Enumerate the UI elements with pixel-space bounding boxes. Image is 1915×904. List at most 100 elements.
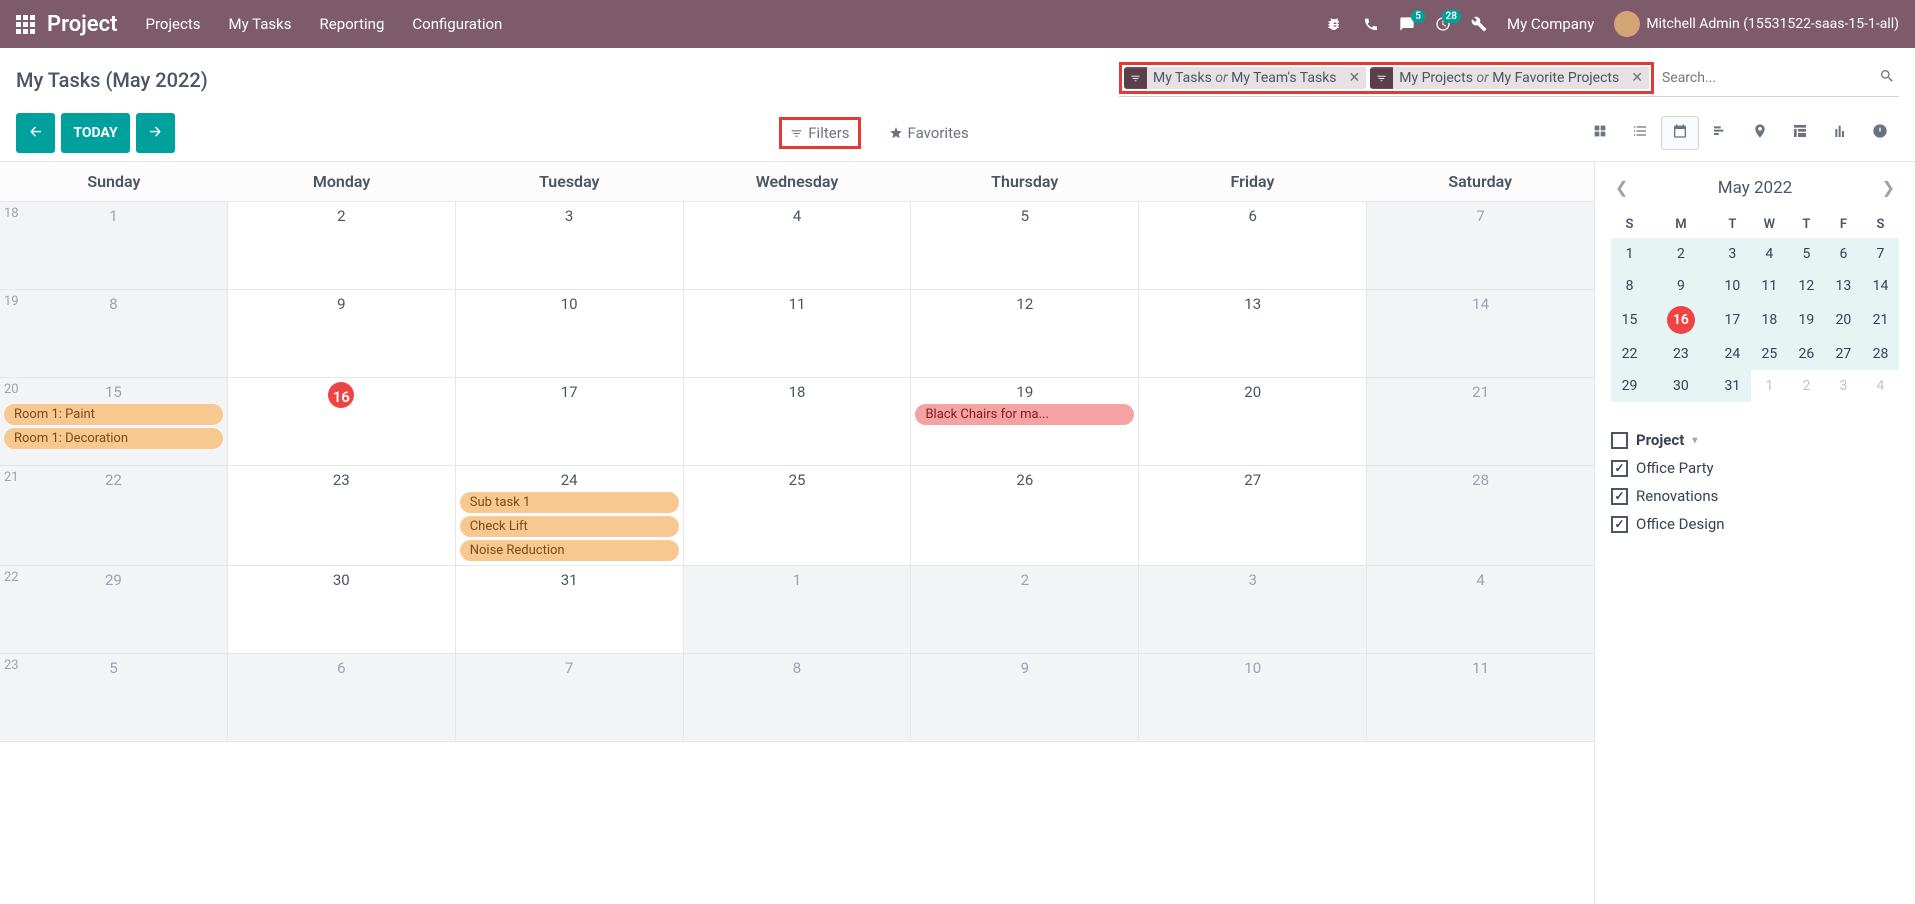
- mini-day[interactable]: 19: [1788, 304, 1825, 336]
- view-list-icon[interactable]: [1621, 116, 1659, 150]
- calendar-body[interactable]: 181234567198910111213142015Room 1: Paint…: [0, 202, 1594, 904]
- mini-day[interactable]: 26: [1788, 338, 1825, 370]
- view-map-icon[interactable]: [1741, 116, 1779, 150]
- apps-icon[interactable]: [16, 15, 35, 34]
- checkbox-icon[interactable]: [1611, 432, 1628, 449]
- chip-close-icon[interactable]: ✕: [1343, 67, 1367, 89]
- calendar-event[interactable]: Room 1: Decoration: [4, 428, 223, 449]
- nav-link-projects[interactable]: Projects: [146, 15, 201, 33]
- project-filter-item[interactable]: Office Design: [1611, 510, 1899, 538]
- day-cell[interactable]: 18: [684, 378, 912, 465]
- calendar-event[interactable]: Black Chairs for ma...: [915, 404, 1134, 425]
- view-activity-icon[interactable]: [1861, 116, 1899, 150]
- day-cell[interactable]: 22: [0, 466, 228, 565]
- day-cell[interactable]: 11: [1367, 654, 1594, 741]
- chip-close-icon[interactable]: ✕: [1625, 67, 1649, 89]
- calendar-event[interactable]: Room 1: Paint: [4, 404, 223, 425]
- day-cell[interactable]: 23: [228, 466, 456, 565]
- day-cell[interactable]: 9: [911, 654, 1139, 741]
- mini-day[interactable]: 1: [1751, 370, 1788, 402]
- day-cell[interactable]: 19Black Chairs for ma...: [911, 378, 1139, 465]
- mini-day[interactable]: 28: [1862, 338, 1899, 370]
- phone-icon[interactable]: [1363, 16, 1379, 32]
- day-cell[interactable]: 1: [0, 202, 228, 289]
- bug-icon[interactable]: [1327, 16, 1343, 32]
- prev-button[interactable]: 🡠: [16, 113, 55, 153]
- day-cell[interactable]: 12: [911, 290, 1139, 377]
- mini-day[interactable]: 27: [1825, 338, 1862, 370]
- next-button[interactable]: 🡢: [136, 113, 175, 153]
- mini-day[interactable]: 31: [1714, 370, 1751, 402]
- day-cell[interactable]: 25: [684, 466, 912, 565]
- checkbox-icon[interactable]: [1611, 460, 1628, 477]
- checkbox-icon[interactable]: [1611, 516, 1628, 533]
- day-cell[interactable]: 8: [0, 290, 228, 377]
- day-cell[interactable]: 20: [1139, 378, 1367, 465]
- mini-day[interactable]: 15: [1611, 304, 1648, 336]
- mini-day[interactable]: 25: [1751, 338, 1788, 370]
- day-cell[interactable]: 2: [911, 566, 1139, 653]
- calendar-event[interactable]: Check Lift: [460, 516, 679, 537]
- mini-day[interactable]: 21: [1862, 304, 1899, 336]
- search-input[interactable]: [1654, 66, 1875, 90]
- mini-day[interactable]: 2: [1788, 370, 1825, 402]
- search-icon[interactable]: [1875, 64, 1899, 92]
- mini-day[interactable]: 13: [1825, 270, 1862, 302]
- day-cell[interactable]: 8: [684, 654, 912, 741]
- day-cell[interactable]: 26: [911, 466, 1139, 565]
- mini-day[interactable]: 3: [1714, 238, 1751, 270]
- mini-day[interactable]: 29: [1611, 370, 1648, 402]
- day-cell[interactable]: 24Sub task 1Check LiftNoise Reduction: [456, 466, 684, 565]
- day-cell[interactable]: 5: [911, 202, 1139, 289]
- mini-day[interactable]: 6: [1825, 238, 1862, 270]
- favorites-button[interactable]: Favorites: [881, 120, 977, 146]
- tools-icon[interactable]: [1471, 16, 1487, 32]
- day-cell[interactable]: 9: [228, 290, 456, 377]
- filter-chip-projects[interactable]: My Projects or My Favorite Projects ✕: [1370, 67, 1649, 89]
- today-button[interactable]: TODAY: [61, 113, 129, 153]
- messages-icon[interactable]: 5: [1399, 16, 1415, 32]
- day-cell[interactable]: 29: [0, 566, 228, 653]
- view-pivot-icon[interactable]: [1781, 116, 1819, 150]
- view-kanban-icon[interactable]: [1581, 116, 1619, 150]
- day-cell[interactable]: 21: [1367, 378, 1594, 465]
- checkbox-icon[interactable]: [1611, 488, 1628, 505]
- mini-day[interactable]: 23: [1648, 338, 1714, 370]
- day-cell[interactable]: 28: [1367, 466, 1594, 565]
- project-filter-header[interactable]: Project ▾: [1611, 426, 1899, 454]
- project-filter-item[interactable]: Renovations: [1611, 482, 1899, 510]
- day-cell[interactable]: 17: [456, 378, 684, 465]
- activities-icon[interactable]: 28: [1435, 16, 1451, 32]
- calendar-event[interactable]: Noise Reduction: [460, 540, 679, 561]
- day-cell[interactable]: 4: [684, 202, 912, 289]
- day-cell[interactable]: 16: [228, 378, 456, 465]
- mini-day[interactable]: 18: [1751, 304, 1788, 336]
- day-cell[interactable]: 30: [228, 566, 456, 653]
- day-cell[interactable]: 2: [228, 202, 456, 289]
- filters-button[interactable]: Filters: [779, 117, 860, 149]
- day-cell[interactable]: 1: [684, 566, 912, 653]
- day-cell[interactable]: 7: [456, 654, 684, 741]
- day-cell[interactable]: 15Room 1: PaintRoom 1: Decoration: [0, 378, 228, 465]
- mini-day[interactable]: 1: [1611, 238, 1648, 270]
- mini-day[interactable]: 9: [1648, 270, 1714, 302]
- day-cell[interactable]: 27: [1139, 466, 1367, 565]
- mini-day[interactable]: 30: [1648, 370, 1714, 402]
- mini-day[interactable]: 8: [1611, 270, 1648, 302]
- view-graph-icon[interactable]: [1821, 116, 1859, 150]
- day-cell[interactable]: 6: [228, 654, 456, 741]
- nav-link-reporting[interactable]: Reporting: [320, 15, 385, 33]
- mini-day[interactable]: 2: [1648, 238, 1714, 270]
- filter-chip-tasks[interactable]: My Tasks or My Team's Tasks ✕: [1124, 67, 1366, 89]
- day-cell[interactable]: 31: [456, 566, 684, 653]
- day-cell[interactable]: 5: [0, 654, 228, 741]
- calendar-event[interactable]: Sub task 1: [460, 492, 679, 513]
- day-cell[interactable]: 10: [456, 290, 684, 377]
- mini-day[interactable]: 24: [1714, 338, 1751, 370]
- day-cell[interactable]: 3: [456, 202, 684, 289]
- view-calendar-icon[interactable]: [1661, 116, 1699, 150]
- mini-day[interactable]: 17: [1714, 304, 1751, 336]
- company-name[interactable]: My Company: [1507, 15, 1594, 33]
- mini-day[interactable]: 11: [1751, 270, 1788, 302]
- mini-day[interactable]: 22: [1611, 338, 1648, 370]
